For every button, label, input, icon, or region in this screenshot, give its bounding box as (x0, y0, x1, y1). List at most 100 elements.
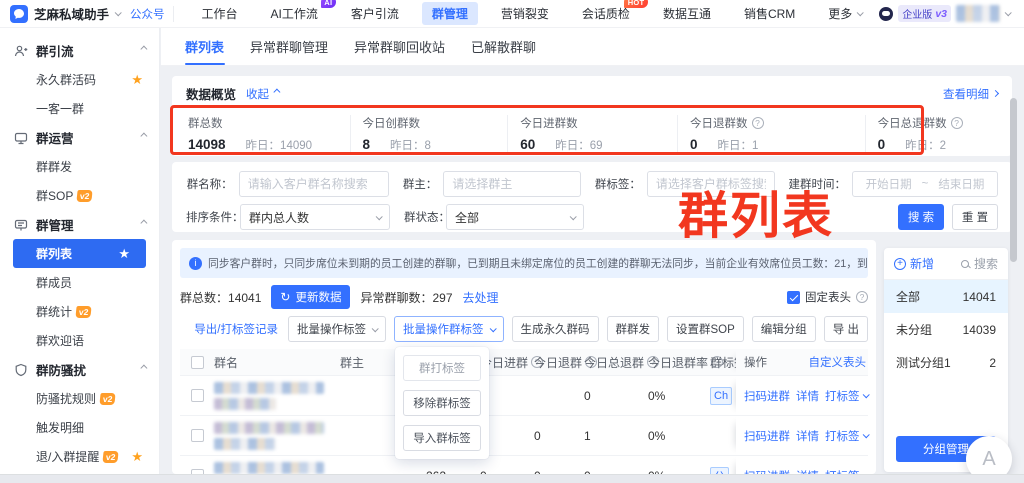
chevron-down-icon (371, 324, 379, 332)
tag-action-link[interactable]: 打标签 (825, 428, 870, 444)
tab-group-list[interactable]: 群列表 (185, 28, 224, 65)
sort-label: 排序条件： (186, 212, 244, 224)
date-range-picker[interactable]: 开始日期 ~ 结束日期 (852, 171, 998, 197)
group-filter-test-group-1[interactable]: 测试分组1 2 (884, 346, 1008, 379)
generate-permanent-code-button[interactable]: 生成永久群码 (511, 316, 599, 342)
custom-header-link[interactable]: 自定义表头 (809, 354, 867, 370)
batch-actions-row: 导出/打标签记录 批量操作标签 批量操作群标签 群打标签 移除群标签 导入群标签… (180, 316, 868, 459)
fixed-header-toggle[interactable]: 固定表头 ? (787, 289, 868, 305)
refresh-icon: ↻ (280, 290, 291, 304)
tag-action-link[interactable]: 打标签 (825, 388, 870, 404)
sidebar-item-permanent-group-qr[interactable]: 永久群活码 ★ (0, 65, 159, 94)
batch-tag-button[interactable]: 批量操作标签 (288, 316, 386, 342)
nav-item-chat-inspection[interactable]: 会话质检 HOT (572, 0, 648, 25)
nav-item-marketing-fission[interactable]: 营销裂变 (491, 2, 559, 25)
tab-disbanded-groups[interactable]: 已解散群聊 (471, 28, 536, 65)
stat-total-left-today: 今日总退群数? 0 昨日：2 (864, 115, 998, 153)
group-name-label: 群名称： (186, 179, 233, 191)
menu-item-import-group-tag[interactable]: 导入群标签 (403, 425, 481, 451)
col-group-name: 群名 (214, 355, 239, 370)
topbar: 芝麻私域助手 公众号 工作台 AI工作流 AI 客户引流 群管理 营销裂变 会话质… (0, 0, 1024, 28)
add-group-button[interactable]: + 新增 (894, 255, 934, 272)
search-button[interactable]: 搜 索 (898, 204, 944, 230)
set-group-sop-button[interactable]: 设置群SOP (667, 316, 744, 342)
col-group-tag: 群标签 (710, 355, 736, 370)
collapse-link[interactable]: 收起 (246, 86, 281, 102)
account-area[interactable]: 企业版 v3 (879, 5, 1024, 22)
nav-item-data-exchange[interactable]: 数据互通 (653, 2, 721, 25)
detail-link[interactable]: 详情 (796, 428, 819, 444)
sort-select[interactable]: 群内总人数 (240, 204, 390, 230)
chevron-up-icon (140, 219, 148, 227)
detail-link[interactable]: 详情 (796, 388, 819, 404)
select-all-checkbox[interactable] (190, 355, 204, 369)
sidebar-section-group-management[interactable]: 群管理 (0, 210, 159, 239)
redacted-group-name (214, 381, 340, 410)
menu-item-remove-group-tag[interactable]: 移除群标签 (403, 390, 481, 416)
nav-item-sales-crm[interactable]: 销售CRM (734, 2, 805, 25)
info-icon: ? (856, 291, 868, 303)
group-filter-ungrouped[interactable]: 未分组 14039 (884, 313, 1008, 346)
sidebar-item-group-stats[interactable]: 群统计 v2 (0, 297, 159, 326)
tab-abnormal-group-recycle[interactable]: 异常群聊回收站 (354, 28, 445, 65)
nav-item-ai-workflow[interactable]: AI工作流 AI (261, 0, 336, 25)
chevron-down-icon (569, 212, 577, 220)
group-mass-send-button[interactable]: 群群发 (606, 316, 659, 342)
main-nav: 工作台 AI工作流 AI 客户引流 群管理 营销裂变 会话质检 HOT 数据互通 销… (192, 0, 880, 25)
group-search-button[interactable]: 搜索 (960, 255, 998, 272)
sidebar-item-group-sop[interactable]: 群SOP v2 (0, 181, 159, 210)
menu-item-tag-group[interactable]: 群打标签 (403, 355, 481, 381)
export-button[interactable]: 导 出 (823, 316, 868, 342)
sidebar-section-group-acquisition[interactable]: 群引流 (0, 36, 159, 65)
scan-join-link[interactable]: 扫码进群 (744, 388, 790, 404)
reset-button[interactable]: 重 置 (952, 204, 998, 230)
sidebar-item-group-list[interactable]: 群列表 ★ (13, 239, 146, 268)
chevron-up-icon (140, 132, 148, 140)
channel-link[interactable]: 公众号 (130, 6, 165, 22)
row-checkbox[interactable] (190, 429, 204, 442)
group-filter-all[interactable]: 全部 14041 (884, 280, 1008, 313)
export-tag-records-link[interactable]: 导出/打标签记录 (194, 321, 278, 337)
row-checkbox[interactable] (190, 389, 204, 402)
view-detail-link[interactable]: 查看明细 (943, 86, 1000, 102)
hot-badge: HOT (624, 0, 648, 8)
sidebar-item-join-leave-reminder[interactable]: 退/入群提醒 v2 ★ (0, 442, 159, 471)
sidebar-item-trigger-details[interactable]: 触发明细 (0, 413, 159, 442)
stat-total-groups: 群总数 14098 昨日：14090 (188, 118, 313, 152)
sidebar-item-group-mass-send[interactable]: 群群发 (0, 152, 159, 181)
sidebar-item-one-customer-one-group[interactable]: 一客一群 (0, 94, 159, 123)
scan-join-link[interactable]: 扫码进群 (744, 428, 790, 444)
nav-item-customer-acquisition[interactable]: 客户引流 (341, 2, 409, 25)
group-tag-input[interactable] (646, 171, 775, 197)
group-list-card: i 同步客户群时，只同步席位未到期的员工创建的群聊，已到期且未绑定席位的员工创建… (172, 240, 876, 474)
chevron-down-icon (489, 324, 497, 332)
nav-item-workbench[interactable]: 工作台 (192, 2, 248, 25)
sidebar-section-anti-harassment[interactable]: 群防骚扰 (0, 355, 159, 384)
table-header-row: 群名 群主 群人数 今日进群? 今日退群? 今日总退群? 今日退群率? 群标签 … (180, 349, 868, 376)
avatar (956, 5, 1000, 22)
edit-group-button[interactable]: 编辑分组 (751, 316, 816, 342)
nav-item-group-management[interactable]: 群管理 (421, 2, 478, 25)
sidebar-item-group-welcome[interactable]: 群欢迎语 (0, 326, 159, 355)
edition-badge: 企业版 (902, 10, 933, 21)
sidebar-section-group-operation[interactable]: 群运营 (0, 123, 159, 152)
divider (172, 5, 174, 22)
tab-abnormal-group-management[interactable]: 异常群聊管理 (250, 28, 328, 65)
sidebar-item-anti-harassment-rules[interactable]: 防骚扰规则 v2 (0, 384, 159, 413)
group-owner-input[interactable] (443, 171, 582, 197)
brand[interactable]: 芝麻私域助手 (0, 4, 122, 23)
col-operations: 操作 自定义表头 (736, 349, 868, 375)
batch-group-tag-button[interactable]: 批量操作群标签 群打标签 移除群标签 导入群标签 (394, 316, 504, 459)
sidebar-item-group-members[interactable]: 群成员 (0, 268, 159, 297)
refresh-data-button[interactable]: ↻ 更新数据 (271, 285, 351, 309)
handle-abnormal-link[interactable]: 去处理 (463, 289, 499, 306)
group-tag-chip: Ch (710, 386, 733, 405)
group-name-input[interactable] (238, 171, 389, 197)
fixed-header-checkbox[interactable] (787, 290, 800, 304)
data-overview-card: 数据概览 收起 查看明细 群总数 14098 昨日：14090 今日创群数 8 昨日… (172, 76, 1012, 156)
sidebar: 群引流 永久群活码 ★ 一客一群 群运营 群群发 群SOP v2 群管理 群列表… (0, 28, 160, 474)
nav-item-more[interactable]: 更多 (818, 2, 872, 25)
status-select[interactable]: 全部 (446, 204, 584, 230)
stat-joined-today: 今日进群数 60 昨日：69 (507, 115, 677, 153)
vertical-scrollbar[interactable] (1010, 98, 1017, 262)
